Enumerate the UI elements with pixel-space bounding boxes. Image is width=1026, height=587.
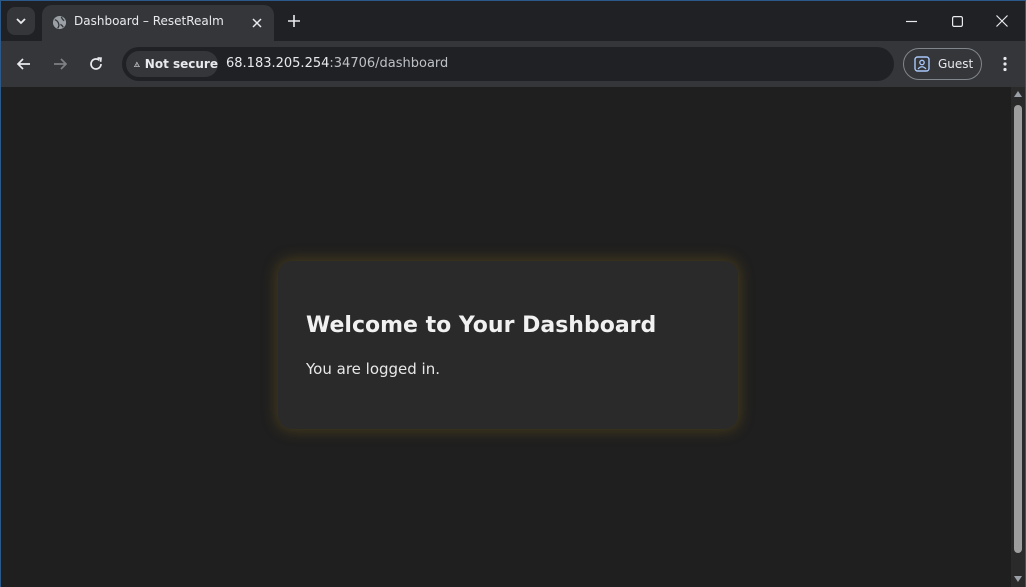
tab-strip: Dashboard – ResetRealm <box>1 1 1025 41</box>
tab-close-button[interactable] <box>248 14 266 32</box>
reload-icon <box>90 57 102 70</box>
close-icon <box>252 18 262 28</box>
new-tab-button[interactable] <box>283 10 305 32</box>
maximize-icon <box>951 15 963 27</box>
page-title: Welcome to Your Dashboard <box>306 313 657 338</box>
url-text[interactable]: 68.183.205.254:34706/dashboard <box>226 56 448 71</box>
tab-title: Dashboard – ResetRealm <box>74 14 224 28</box>
vertical-scrollbar[interactable] <box>1011 87 1025 587</box>
url-path: :34706/dashboard <box>329 56 449 71</box>
scroll-down-arrow-icon[interactable] <box>1014 576 1022 582</box>
back-button[interactable] <box>10 50 38 78</box>
globe-icon <box>52 15 67 30</box>
welcome-card: Welcome to Your Dashboard You are logged… <box>278 261 738 429</box>
browser-toolbar: Not secure 68.183.205.254:34706/dashboar… <box>1 41 1025 87</box>
window-close-icon <box>996 15 1008 27</box>
kebab-menu-icon <box>1003 56 1007 72</box>
tab-search-button[interactable] <box>7 7 35 35</box>
browser-window: Dashboard – ResetRealm Not secure 68.183… <box>0 0 1026 587</box>
url-host: 68.183.205.254 <box>226 56 330 71</box>
profile-button[interactable]: Guest <box>903 48 982 80</box>
browser-menu-button[interactable] <box>991 50 1019 78</box>
page-viewport: Welcome to Your Dashboard You are logged… <box>1 87 1011 587</box>
minimize-button[interactable] <box>888 1 934 41</box>
plus-icon <box>288 15 300 27</box>
minimize-icon <box>905 20 917 22</box>
reload-button[interactable] <box>82 50 110 78</box>
back-arrow-icon <box>16 58 30 70</box>
warning-icon <box>134 61 140 67</box>
scroll-thumb[interactable] <box>1014 105 1022 553</box>
address-bar[interactable]: Not secure 68.183.205.254:34706/dashboar… <box>122 47 894 81</box>
scroll-up-arrow-icon[interactable] <box>1014 91 1022 97</box>
forward-button[interactable] <box>46 50 74 78</box>
maximize-button[interactable] <box>934 1 980 41</box>
login-status-text: You are logged in. <box>306 360 440 378</box>
security-label: Not secure <box>144 57 218 71</box>
forward-arrow-icon <box>54 58 68 70</box>
window-close-button[interactable] <box>979 1 1025 41</box>
security-chip[interactable]: Not secure <box>126 51 218 77</box>
profile-label: Guest <box>938 57 974 71</box>
active-tab[interactable]: Dashboard – ResetRealm <box>42 5 274 41</box>
tab-search-icon <box>16 18 26 25</box>
profile-icon <box>914 56 930 72</box>
